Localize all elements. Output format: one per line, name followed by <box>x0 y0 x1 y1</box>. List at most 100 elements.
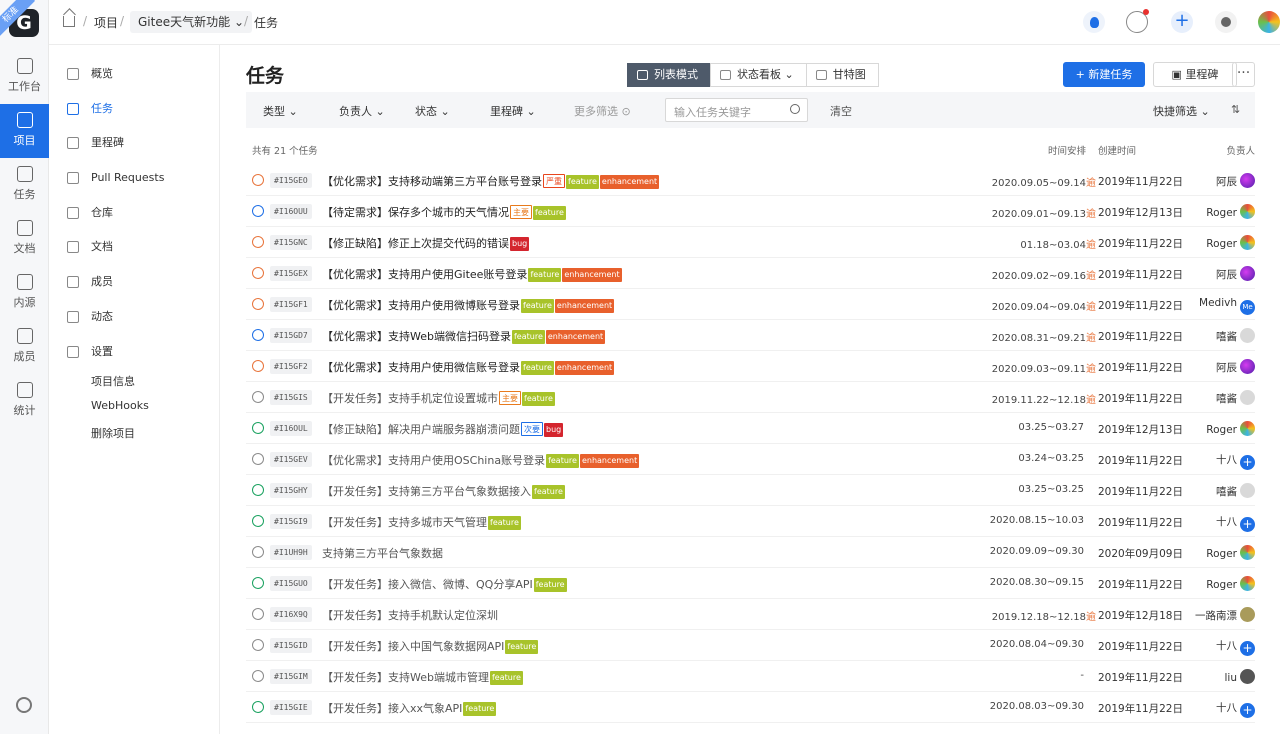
task-title[interactable]: 【开发任务】支持手机默认定位深圳 <box>322 609 498 622</box>
task-row[interactable]: #I15GIE 【开发任务】接入xx气象API feature 2020.08.03~… <box>246 692 1255 723</box>
task-title[interactable]: 【待定需求】保存多个城市的天气情况 <box>322 206 509 219</box>
task-assignee[interactable]: 十八 + <box>1216 514 1255 532</box>
filter-type[interactable]: 类型 ⌄ <box>263 103 298 119</box>
done-status-icon[interactable] <box>252 701 264 713</box>
task-row[interactable]: #I15GEX 【优化需求】支持用户使用Gitee账号登录 feature enhan… <box>246 258 1255 289</box>
closed-status-icon[interactable] <box>252 546 264 558</box>
closed-status-icon[interactable] <box>252 670 264 682</box>
rail-item[interactable]: 文档 <box>0 212 49 266</box>
more-button[interactable]: ··· <box>1232 62 1255 87</box>
task-assignee[interactable]: Roger <box>1206 545 1255 560</box>
gear-icon[interactable] <box>16 697 32 713</box>
task-title[interactable]: 【优化需求】支持用户使用微博账号登录 <box>322 299 520 312</box>
breadcrumb-project-select[interactable]: Gitee天气新功能 ⌄ <box>130 11 252 33</box>
sidebar-item[interactable]: Pull Requests <box>49 166 220 190</box>
task-row[interactable]: #I15GIS 【开发任务】支持手机定位设置城市 主要 feature 2019.11.… <box>246 382 1255 413</box>
filter-milestone[interactable]: 里程碑 ⌄ <box>490 103 536 119</box>
task-title[interactable]: 【开发任务】接入微信、微博、QQ分享API <box>322 578 533 591</box>
task-row[interactable]: #I15GI9 【开发任务】支持多城市天气管理 feature 2020.08.15~… <box>246 506 1255 537</box>
search-input[interactable]: 输入任务关键字 <box>665 98 808 122</box>
task-assignee[interactable]: 嘻酱 <box>1216 483 1255 499</box>
task-assignee[interactable]: Roger <box>1206 235 1255 250</box>
view-list-mode[interactable]: 列表模式 <box>627 63 711 87</box>
settings-sub-item[interactable]: WebHooks <box>91 399 149 412</box>
task-assignee[interactable]: 嘻酱 <box>1216 328 1255 344</box>
sidebar-item[interactable]: 成员 <box>49 270 220 294</box>
task-title[interactable]: 【修正缺陷】修正上次提交代码的错误 <box>322 237 509 250</box>
in-progress-status-icon[interactable] <box>252 329 264 341</box>
palette-icon[interactable] <box>1215 11 1237 33</box>
sidebar-item[interactable]: 设置 <box>49 340 220 364</box>
sidebar-item[interactable]: 动态 <box>49 305 220 329</box>
task-assignee[interactable]: 阿辰 <box>1216 173 1255 189</box>
task-row[interactable]: #I15GD7 【优化需求】支持Web端微信扫码登录 feature enhancem… <box>246 320 1255 351</box>
task-assignee[interactable]: 嘻酱 <box>1216 390 1255 406</box>
open-status-icon[interactable] <box>252 298 264 310</box>
header-schedule[interactable]: 时间安排 <box>1048 143 1086 157</box>
task-row[interactable]: #I15GIM 【开发任务】支持Web端城市管理 feature - 2019年11月2… <box>246 661 1255 692</box>
task-title[interactable]: 【修正缺陷】解决用户端服务器崩溃问题 <box>322 423 520 436</box>
task-row[interactable]: #I16X9Q 【开发任务】支持手机默认定位深圳 2019.12.18~12.18逾… <box>246 599 1255 630</box>
breadcrumb-root[interactable]: 项目 <box>94 14 118 31</box>
task-row[interactable]: #I15GEO 【优化需求】支持移动端第三方平台账号登录 严重 feature enha… <box>246 165 1255 196</box>
task-row[interactable]: #I15GHY 【开发任务】支持第三方平台气象数据接入 feature 03.25~0… <box>246 475 1255 506</box>
sidebar-item[interactable]: 仓库 <box>49 201 220 225</box>
task-row[interactable]: #I16OUU 【待定需求】保存多个城市的天气情况 主要 feature 2020.09… <box>246 196 1255 227</box>
task-assignee[interactable]: Roger <box>1206 421 1255 436</box>
task-assignee[interactable]: 阿辰 <box>1216 359 1255 375</box>
home-icon[interactable] <box>63 16 75 27</box>
view-gantt[interactable]: 甘特图 <box>805 63 879 87</box>
sidebar-item[interactable]: 概览 <box>49 62 220 86</box>
user-avatar[interactable] <box>1258 11 1280 33</box>
rail-item[interactable]: 工作台 <box>0 50 49 104</box>
task-title[interactable]: 【开发任务】支持第三方平台气象数据接入 <box>322 485 531 498</box>
task-title[interactable]: 【开发任务】接入中国气象数据网API <box>322 640 504 653</box>
closed-status-icon[interactable] <box>252 608 264 620</box>
task-assignee[interactable]: 十八 + <box>1216 452 1255 470</box>
settings-sub-item[interactable]: 项目信息 <box>91 373 135 389</box>
open-status-icon[interactable] <box>252 236 264 248</box>
task-title[interactable]: 【优化需求】支持用户使用Gitee账号登录 <box>322 268 527 281</box>
task-row[interactable]: #I15GF2 【优化需求】支持用户使用微信账号登录 feature enhancem… <box>246 351 1255 382</box>
task-assignee[interactable]: 十八 + <box>1216 638 1255 656</box>
rail-item[interactable]: 任务 <box>0 158 49 212</box>
task-row[interactable]: #I16OUL 【修正缺陷】解决用户端服务器崩溃问题 次要 bug 03.25~03.2… <box>246 413 1255 444</box>
quick-filter[interactable]: 快捷筛选 ⌄ <box>1153 103 1210 119</box>
task-assignee[interactable]: Roger <box>1206 204 1255 219</box>
task-assignee[interactable]: 阿辰 <box>1216 266 1255 282</box>
task-title[interactable]: 【优化需求】支持用户使用OSChina账号登录 <box>322 454 545 467</box>
rail-item[interactable]: 成员 <box>0 320 49 374</box>
task-title[interactable]: 【开发任务】支持多城市天气管理 <box>322 516 487 529</box>
task-title[interactable]: 【优化需求】支持用户使用微信账号登录 <box>322 361 520 374</box>
task-assignee[interactable]: Medivh Me <box>1199 297 1255 315</box>
task-assignee[interactable]: Roger <box>1206 576 1255 591</box>
view-kanban[interactable]: 状态看板 ⌄ <box>710 63 807 87</box>
open-status-icon[interactable] <box>252 267 264 279</box>
task-row[interactable]: #I15GUO 【开发任务】接入微信、微博、QQ分享API feature 2020.… <box>246 568 1255 599</box>
closed-status-icon[interactable] <box>252 391 264 403</box>
done-status-icon[interactable] <box>252 484 264 496</box>
clear-filter-button[interactable]: 清空 <box>830 103 852 119</box>
header-created[interactable]: 创建时间 <box>1098 143 1136 157</box>
sidebar-item[interactable]: 文档 <box>49 235 220 259</box>
done-status-icon[interactable] <box>252 515 264 527</box>
closed-status-icon[interactable] <box>252 453 264 465</box>
task-title[interactable]: 【优化需求】支持Web端微信扫码登录 <box>322 330 511 343</box>
task-row[interactable]: #I15GNC 【修正缺陷】修正上次提交代码的错误 bug 01.18~03.04逾 2… <box>246 227 1255 258</box>
task-assignee[interactable]: 一路南漂 <box>1195 607 1255 623</box>
rail-item[interactable]: 项目 <box>0 104 49 158</box>
task-row[interactable]: #I15GID 【开发任务】接入中国气象数据网API feature 2020.08.… <box>246 630 1255 661</box>
add-icon[interactable]: + <box>1171 11 1193 33</box>
flame-icon[interactable] <box>1083 11 1105 33</box>
search-icon[interactable] <box>790 104 800 114</box>
task-title[interactable]: 【开发任务】支持手机定位设置城市 <box>322 392 498 405</box>
task-row[interactable]: #I15GEV 【优化需求】支持用户使用OSChina账号登录 feature enh… <box>246 444 1255 475</box>
task-row[interactable]: #I1UH9H 支持第三方平台气象数据 2020.09.09~09.30 2020年0… <box>246 537 1255 568</box>
open-status-icon[interactable] <box>252 174 264 186</box>
task-assignee[interactable]: liu <box>1225 669 1255 684</box>
task-assignee[interactable]: 十八 + <box>1216 700 1255 718</box>
task-title[interactable]: 【优化需求】支持移动端第三方平台账号登录 <box>322 175 542 188</box>
filter-status[interactable]: 状态 ⌄ <box>415 103 450 119</box>
task-title[interactable]: 支持第三方平台气象数据 <box>322 547 443 560</box>
sidebar-item[interactable]: 里程碑 <box>49 131 220 155</box>
